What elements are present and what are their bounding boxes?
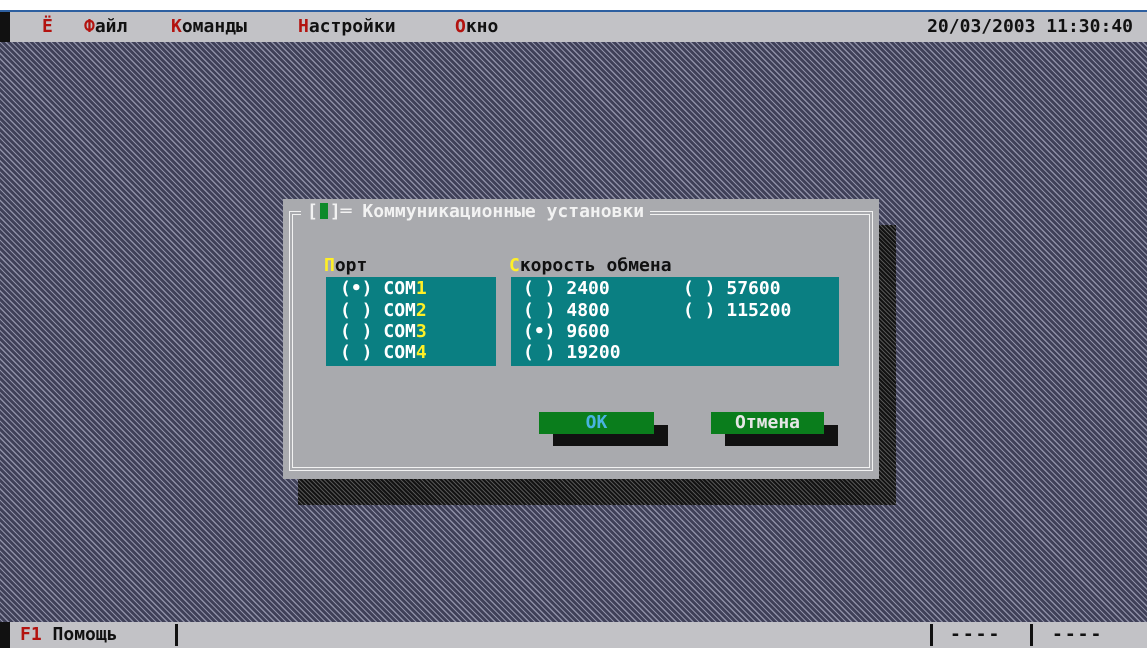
system-menu[interactable]: Ё <box>42 12 53 42</box>
menu-commands-label: оманды <box>181 16 247 37</box>
radio-mark: ( ) <box>683 300 716 321</box>
radio-speed-9600[interactable]: (•) 9600 <box>523 322 610 342</box>
dialog-title-bar: []═ Коммуникационные установки <box>301 201 651 223</box>
menu-file[interactable]: Файл <box>84 12 127 42</box>
radio-speed-2400[interactable]: ( ) 2400 <box>523 279 610 299</box>
status-separator <box>930 624 933 646</box>
clock: 20/03/2003 11:30:40 <box>927 16 1133 37</box>
radio-mark: ( ) <box>523 300 556 321</box>
radio-mark: ( ) <box>683 278 716 299</box>
menu-commands[interactable]: Команды <box>171 12 247 42</box>
communication-settings-dialog: []═ Коммуникационные установки Порт (•) … <box>283 199 879 479</box>
menu-settings[interactable]: Настройки <box>298 12 396 42</box>
menu-file-label: айл <box>94 16 128 37</box>
radio-label: COM <box>383 342 416 363</box>
menu-commands-hotkey: К <box>171 16 182 37</box>
port-label-text: орт <box>334 255 368 276</box>
radio-mark: (•) <box>340 278 373 299</box>
menu-window[interactable]: Окно <box>455 12 498 42</box>
radio-mark: ( ) <box>523 342 556 363</box>
menu-window-hotkey: О <box>455 16 466 37</box>
radio-speed-19200[interactable]: ( ) 19200 <box>523 343 621 363</box>
radio-label: COM <box>383 321 416 342</box>
radio-mark: (•) <box>523 321 556 342</box>
radio-mark: ( ) <box>523 278 556 299</box>
menu-window-label: кно <box>465 16 499 37</box>
speed-radio-group: ( ) 2400 ( ) 4800 (•) 9600 ( ) 19200 ( )… <box>511 277 839 366</box>
help-key: F1 <box>20 624 42 645</box>
speed-label-text: корость обмена <box>519 255 672 276</box>
help-hint[interactable]: F1 Помощь <box>20 622 118 648</box>
status-separator <box>175 624 178 646</box>
port-radio-group: (•) COM1 ( ) COM2 ( ) COM3 ( ) COM4 <box>326 277 496 366</box>
status-indicator-1: ---- <box>950 624 1002 645</box>
radio-hotkey: 4 <box>415 342 427 363</box>
close-box-icon[interactable] <box>319 203 328 219</box>
status-indicator-2: ---- <box>1052 624 1104 645</box>
dialog-title: Коммуникационные установки <box>362 201 645 222</box>
radio-label: 9600 <box>566 321 610 342</box>
radio-label: 4800 <box>566 300 610 321</box>
radio-label: 57600 <box>726 278 781 299</box>
menu-settings-label: астройки <box>308 16 396 37</box>
port-label-hotkey: П <box>324 255 335 276</box>
radio-mark: ( ) <box>340 321 373 342</box>
radio-com1[interactable]: (•) COM1 <box>340 279 427 299</box>
menu-bar: Ё Файл Команды Настройки Окно 20/03/2003… <box>0 12 1147 42</box>
radio-hotkey: 1 <box>415 278 427 299</box>
radio-label: 19200 <box>566 342 621 363</box>
radio-com2[interactable]: ( ) COM2 <box>340 301 427 321</box>
radio-label: COM <box>383 300 416 321</box>
radio-com3[interactable]: ( ) COM3 <box>340 322 427 342</box>
speed-label-hotkey: С <box>509 255 520 276</box>
status-bar: F1 Помощь ---- ---- <box>0 622 1147 648</box>
radio-com4[interactable]: ( ) COM4 <box>340 343 427 363</box>
menu-settings-hotkey: Н <box>298 16 309 37</box>
radio-speed-57600[interactable]: ( ) 57600 <box>683 279 781 299</box>
status-separator <box>1030 624 1033 646</box>
radio-hotkey: 2 <box>415 300 427 321</box>
host-window-strip <box>0 0 1147 12</box>
speed-group-label[interactable]: Скорость обмена <box>509 256 672 276</box>
radio-speed-115200[interactable]: ( ) 115200 <box>683 301 791 321</box>
radio-label: COM <box>383 278 416 299</box>
radio-mark: ( ) <box>340 342 373 363</box>
radio-label: 2400 <box>566 278 610 299</box>
radio-label: 115200 <box>726 300 792 321</box>
radio-mark: ( ) <box>340 300 373 321</box>
radio-hotkey: 3 <box>415 321 427 342</box>
radio-speed-4800[interactable]: ( ) 4800 <box>523 301 610 321</box>
cancel-button[interactable]: Отмена <box>711 412 824 434</box>
help-label: Помощь <box>52 624 118 645</box>
menu-file-hotkey: Ф <box>84 16 95 37</box>
port-group-label[interactable]: Порт <box>324 256 367 276</box>
dos-screen: Ё Файл Команды Настройки Окно 20/03/2003… <box>0 12 1147 648</box>
ok-button[interactable]: OK <box>539 412 654 434</box>
